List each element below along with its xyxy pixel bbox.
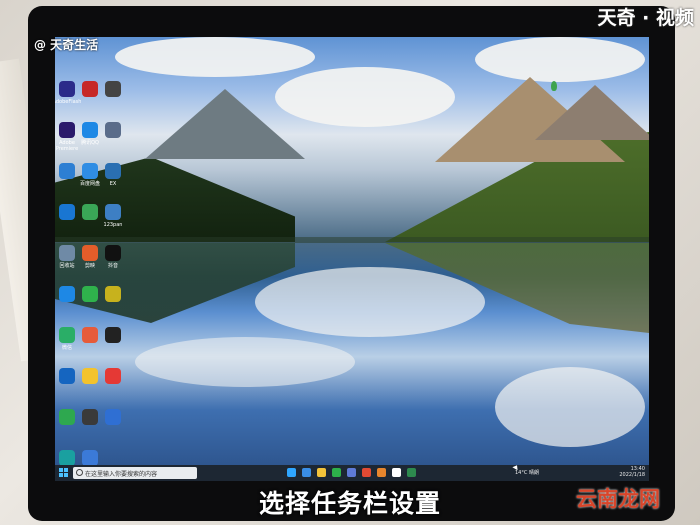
- wallpaper-cloud-reflection: [135, 337, 355, 387]
- desktop-icon[interactable]: [105, 409, 121, 425]
- clock-date: 2022/1/18: [619, 472, 645, 478]
- desktop-icon-label: EX: [109, 181, 117, 187]
- desktop-icon[interactable]: [82, 245, 98, 261]
- desktop-icon[interactable]: [105, 368, 121, 384]
- taskbar-app-icon[interactable]: [362, 468, 371, 477]
- windows-logo-icon: [64, 473, 68, 477]
- wallpaper-cloud-reflection: [255, 267, 485, 337]
- desktop-icon[interactable]: [82, 327, 98, 343]
- windows-logo-icon: [59, 468, 63, 472]
- desktop-icon[interactable]: [59, 81, 75, 97]
- watermark-top-left: @ 天奇生活: [34, 38, 99, 52]
- desktop-icon[interactable]: [82, 450, 98, 466]
- wallpaper-mountain: [535, 85, 649, 140]
- search-placeholder: 在这里输入你要搜索的内容: [85, 471, 158, 478]
- desktop-icon[interactable]: [105, 122, 121, 138]
- desktop-icon[interactable]: [59, 409, 75, 425]
- desktop-icon[interactable]: [59, 368, 75, 384]
- desktop-icon[interactable]: [82, 163, 98, 179]
- desktop-icon[interactable]: [105, 245, 121, 261]
- desktop-icon-label: 微信: [61, 345, 72, 351]
- desktop-icon[interactable]: [59, 450, 75, 466]
- taskbar-app-icon[interactable]: [332, 468, 341, 477]
- desktop-icon[interactable]: [59, 163, 75, 179]
- wallpaper-cloud: [115, 37, 315, 77]
- taskbar-app-icon[interactable]: [407, 468, 416, 477]
- desktop-icon[interactable]: [59, 245, 75, 261]
- desktop-icon[interactable]: [105, 327, 121, 343]
- desktop-icon[interactable]: [105, 163, 121, 179]
- desktop-icon-label: 腾讯QQ: [81, 140, 99, 146]
- desktop-icon[interactable]: [105, 286, 121, 302]
- taskbar-app-icon[interactable]: [302, 468, 311, 477]
- desktop-icon[interactable]: [105, 81, 121, 97]
- desktop-icon[interactable]: [105, 204, 121, 220]
- start-button[interactable]: [59, 468, 69, 478]
- wallpaper-cloud: [475, 37, 645, 82]
- weather-widget[interactable]: 14°C 晴朗: [515, 469, 539, 476]
- desktop-icon[interactable]: [59, 204, 75, 220]
- wallpaper-cloud-reflection: [495, 367, 645, 447]
- wallpaper-mountain: [145, 89, 305, 159]
- wallpaper-pin: [551, 81, 557, 91]
- desktop-icon[interactable]: [82, 204, 98, 220]
- taskbar-app-icon[interactable]: [377, 468, 386, 477]
- desktop-icon[interactable]: [82, 286, 98, 302]
- desktop-icon[interactable]: [59, 122, 75, 138]
- taskbar-app-icon[interactable]: [287, 468, 296, 477]
- taskbar-app-icon[interactable]: [347, 468, 356, 477]
- windows-logo-icon: [64, 468, 68, 472]
- taskbar-app-icon[interactable]: [317, 468, 326, 477]
- desktop-icon-label: AdobeFlash: [55, 99, 82, 105]
- desktop-icon[interactable]: [82, 81, 98, 97]
- watermark-bottom-right: 云南龙网: [576, 487, 660, 511]
- desktop-icon[interactable]: [59, 286, 75, 302]
- desktop-icon[interactable]: [59, 327, 75, 343]
- desktop-icon[interactable]: [82, 368, 98, 384]
- desktop-icon[interactable]: [82, 122, 98, 138]
- desktop-icon-label: 123pan: [103, 222, 123, 228]
- desktop-screen: AdobeFlash Adobe Premiere 腾讯QQ 百度网盘 EX 123pan…: [55, 37, 649, 481]
- watermark-top-right: 天奇 · 视频: [597, 7, 694, 29]
- desktop-icon[interactable]: [82, 409, 98, 425]
- taskbar-search-box[interactable]: 在这里输入你要搜索的内容: [73, 467, 197, 479]
- system-tray-clock[interactable]: 13:40 2022/1/18: [619, 466, 645, 478]
- desktop-icon-label: 抖音: [107, 263, 118, 269]
- taskbar-app-icon[interactable]: [392, 468, 401, 477]
- windows-logo-icon: [59, 473, 63, 477]
- search-icon: [76, 469, 83, 476]
- taskbar: 在这里输入你要搜索的内容 14°C 晴朗 13:40 2022/1/18: [55, 465, 649, 481]
- wallpaper-shoreline: [55, 237, 649, 243]
